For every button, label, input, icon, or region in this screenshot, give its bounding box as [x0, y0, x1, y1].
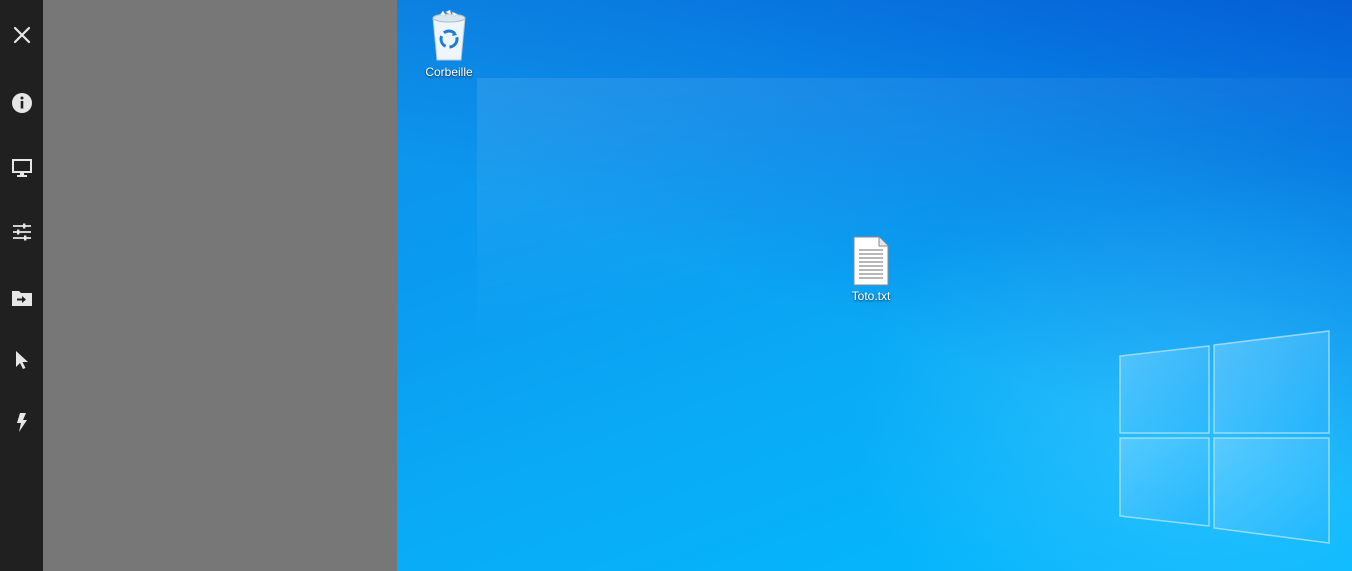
- desktop-icon-recycle-bin[interactable]: Corbeille: [411, 10, 487, 79]
- recycle-bin-label: Corbeille: [425, 65, 473, 79]
- info-button[interactable]: [0, 83, 43, 123]
- side-panel: [43, 0, 397, 571]
- close-button[interactable]: [0, 15, 43, 55]
- remote-desktop[interactable]: Corbeille Toto.txt: [397, 0, 1352, 571]
- text-file-icon: [853, 236, 889, 286]
- settings-button[interactable]: [0, 212, 43, 252]
- toto-txt-label: Toto.txt: [851, 289, 891, 303]
- monitor-icon: [11, 159, 32, 177]
- wallpaper-light-beam: [477, 78, 1352, 338]
- file-transfer-button[interactable]: [0, 278, 43, 318]
- close-icon: [13, 26, 30, 44]
- windows-logo: [1119, 330, 1330, 544]
- actions-button[interactable]: [0, 402, 43, 442]
- desktop-icon-toto-txt[interactable]: Toto.txt: [833, 236, 909, 303]
- display-button[interactable]: [0, 148, 43, 188]
- session-toolbar: [0, 0, 43, 571]
- lightning-icon: [16, 413, 27, 432]
- folder-transfer-icon: [11, 291, 32, 306]
- sliders-icon: [12, 223, 31, 241]
- pointer-button[interactable]: [0, 340, 43, 380]
- cursor-icon: [15, 351, 28, 369]
- remote-session-window: Corbeille Toto.txt: [0, 0, 1352, 571]
- info-icon: [11, 93, 32, 113]
- recycle-bin-icon: [432, 10, 466, 61]
